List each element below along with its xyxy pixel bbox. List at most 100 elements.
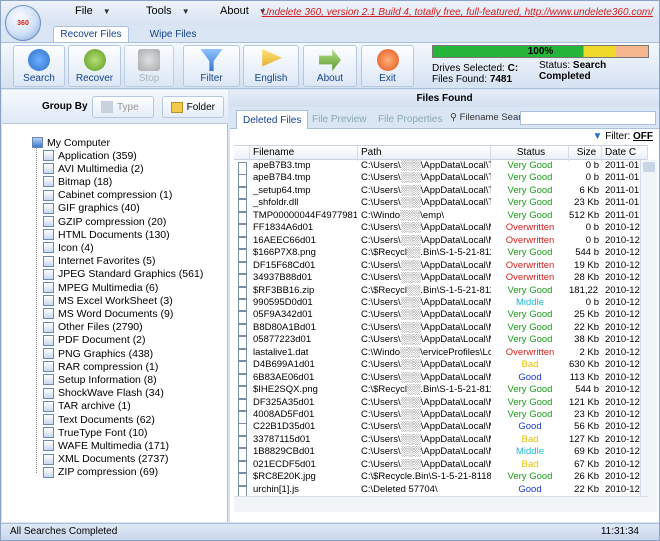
tree-item[interactable]: TAR archive (1): [43, 400, 131, 413]
tree-item[interactable]: GIF graphics (40): [43, 202, 140, 215]
promo-link[interactable]: Undelete 360, version 2.1 Build 4, total…: [262, 7, 653, 18]
recover-button[interactable]: Recover: [68, 45, 121, 87]
stop-button[interactable]: Stop: [124, 45, 174, 87]
col-status[interactable]: Status: [491, 146, 569, 161]
col-date[interactable]: Date C: [602, 146, 648, 161]
table-row[interactable]: 33787115d01 C:\Users\░░░\AppData\Local\Mo…: [234, 434, 640, 449]
tab-file-preview[interactable]: File Preview: [306, 110, 372, 129]
table-row[interactable]: $RC8E20K.jpg C:\$Recycle.Bin\S-1-5-21-811…: [234, 471, 640, 486]
tree-item[interactable]: HTML Documents (130): [43, 228, 170, 241]
table-row[interactable]: urchin[1].js C:\Deleted 57704\ Good 22 Kb 20…: [234, 484, 640, 496]
table-row[interactable]: _shfoldr.dll C:\Users\░░░\AppData\Local\T…: [234, 197, 640, 212]
tab-file-properties[interactable]: File Properties: [372, 110, 448, 129]
scroll-thumb[interactable]: [643, 162, 655, 172]
tree-item[interactable]: PDF Document (2): [43, 334, 146, 347]
cell-date: 2010-12: [605, 483, 640, 495]
filter-button[interactable]: Filter: [183, 45, 240, 87]
table-row[interactable]: 05F9A342d01 C:\Users\░░░\AppData\Local\Mo…: [234, 309, 640, 324]
cell-size: 28 Kb: [574, 272, 599, 284]
tree-connector: [36, 148, 37, 473]
tree-item[interactable]: Icon (4): [43, 241, 94, 254]
row-checkbox[interactable]: [238, 485, 247, 496]
filter-status[interactable]: ▼ Filter: OFF: [593, 131, 653, 142]
table-row[interactable]: TMP00000044F49779817B... C:\Windo░░░\emp\…: [234, 210, 640, 225]
tree-item[interactable]: WAFE Multimedia (171): [43, 439, 169, 452]
tree-item[interactable]: Setup Information (8): [43, 373, 157, 386]
col-size[interactable]: Size: [569, 146, 602, 161]
table-row[interactable]: DF325A35d01 C:\Users\░░░\AppData\Local\Mo…: [234, 397, 640, 412]
table-row[interactable]: 05877223d01 C:\Users\░░░\AppData\Local\Mo…: [234, 334, 640, 349]
table-row[interactable]: 34937B88d01 C:\Users\░░░\AppData\Local\Mo…: [234, 272, 640, 287]
tree-item[interactable]: GZIP compression (20): [43, 215, 166, 228]
table-row[interactable]: 990595D0d01 C:\Users\░░░\AppData\Local\Mo…: [234, 296, 640, 312]
tree-item[interactable]: Cabinet compression (1): [43, 189, 172, 202]
col-path[interactable]: Path: [358, 146, 491, 161]
tree-item[interactable]: ShockWave Flash (34): [43, 387, 164, 400]
exit-button[interactable]: Exit: [361, 45, 414, 87]
tree-item[interactable]: PNG Graphics (438): [43, 347, 153, 360]
cell-date: 2010-12: [605, 321, 640, 333]
table-row[interactable]: 6B83AE06d01 C:\Users\░░░\AppData\Local\Mo…: [234, 372, 640, 387]
search-status: Status: Search Completed: [539, 60, 607, 82]
table-row[interactable]: lastalive1.dat C:\Windo░░░\erviceProfiles…: [234, 347, 640, 362]
menu-about[interactable]: About ▼: [220, 5, 267, 17]
tree-item[interactable]: MS Excel WorkSheet (3): [43, 294, 173, 307]
cell-path: C:\Users\░░░\AppData\Local\Mo...: [361, 409, 491, 420]
table-row[interactable]: 021ECDF5d01 C:\Users\░░░\AppData\Local\Mo…: [234, 459, 640, 474]
search-icon: [28, 49, 50, 71]
tree-item[interactable]: Text Documents (62): [43, 413, 155, 426]
tree-item[interactable]: TrueType Font (10): [43, 426, 147, 439]
menu-tools[interactable]: Tools ▼: [146, 5, 190, 17]
cell-size: 22 Kb: [574, 483, 599, 495]
table-row[interactable]: FF1834A6d01 C:\Users\░░░\AppData\Local\Mo…: [234, 222, 640, 237]
tree-item[interactable]: MS Word Documents (9): [43, 307, 173, 320]
tree-item[interactable]: RAR compression (1): [43, 360, 158, 373]
table-row[interactable]: apeB7B3.tmp C:\Users\░░░\AppData\Local\Te…: [234, 160, 640, 175]
groupby-folder-button[interactable]: Folder: [162, 96, 224, 118]
cell-size: 181,22 Mb: [569, 284, 599, 296]
col-filename[interactable]: Filename: [250, 146, 358, 161]
tab-deleted-files[interactable]: Deleted Files: [236, 110, 309, 129]
table-row[interactable]: apeB7B4.tmp C:\Users\░░░\AppData\Local\Te…: [234, 172, 640, 187]
horizontal-scrollbar[interactable]: [234, 496, 648, 512]
tab-recover-files[interactable]: Recover Files: [53, 26, 129, 42]
language-button[interactable]: English: [243, 45, 299, 87]
tree-item[interactable]: AVI Multimedia (2): [43, 162, 144, 175]
table-row[interactable]: D4B699A1d01 C:\Users\░░░\AppData\Local\Mo…: [234, 359, 640, 374]
tree-item[interactable]: MPEG Multimedia (6): [43, 281, 158, 294]
cell-size: 25 Kb: [574, 309, 599, 321]
tree-item[interactable]: Application (359): [43, 149, 137, 162]
file-type-icon: [43, 295, 54, 307]
cell-filename: apeB7B3.tmp: [253, 160, 311, 171]
tab-wipe-files[interactable]: Wipe Files: [138, 26, 208, 42]
table-row[interactable]: C22B1D35d01 C:\Users\░░░\AppData\Local\Mo…: [234, 421, 640, 436]
table-row[interactable]: 1B8829CBd01 C:\Users\░░░\AppData\Local\Mo…: [234, 446, 640, 461]
table-row[interactable]: _setup64.tmp C:\Users\░░░\AppData\Local\T…: [234, 185, 640, 200]
file-type-icon: [43, 282, 54, 293]
tree-item[interactable]: ZIP compression (69): [43, 466, 158, 479]
table-row[interactable]: DF15F68Cd01 C:\Users\░░░\AppData\Local\Mo…: [234, 260, 640, 275]
table-row[interactable]: $IHE2SQX.png C:\$Recycl░░.Bin\S-1-5-21-81…: [234, 384, 640, 399]
table-row[interactable]: $166P7X8.png C:\$Recycl░░.Bin\S-1-5-21-81…: [234, 247, 640, 262]
tree-item[interactable]: Other Files (2790): [43, 321, 143, 334]
file-type-icon: [43, 348, 54, 359]
app-orb-icon[interactable]: 360: [5, 5, 41, 41]
tree-item[interactable]: XML Documents (2737): [43, 453, 169, 466]
table-row[interactable]: $RF3BB16.zip C:\$Recycl░░.Bin\S-1-5-21-81…: [234, 284, 640, 299]
tree-item[interactable]: Bitmap (18): [43, 175, 112, 188]
search-button[interactable]: Search: [13, 45, 65, 87]
about-button[interactable]: About: [303, 45, 357, 87]
cell-status: Middle: [516, 296, 544, 308]
exit-icon: [376, 49, 399, 71]
tree-item[interactable]: Internet Favorites (5): [43, 255, 155, 268]
cell-filename: 1B8829CBd01: [253, 446, 315, 458]
filename-search-input[interactable]: [520, 111, 656, 125]
vertical-scrollbar[interactable]: [640, 160, 657, 512]
table-row[interactable]: 4008AD5Fd01 C:\Users\░░░\AppData\Local\Mo…: [234, 409, 640, 424]
tree-root-my-computer[interactable]: My Computer: [32, 136, 110, 149]
menu-file[interactable]: File ▼: [75, 5, 111, 17]
table-row[interactable]: 16AEEC66d01 C:\Users\░░░\AppData\Local\Mo…: [234, 235, 640, 250]
groupby-type-button[interactable]: Type: [92, 96, 154, 118]
tree-item[interactable]: JPEG Standard Graphics (561): [43, 268, 203, 281]
table-row[interactable]: B8D80A1Bd01 C:\Users\░░░\AppData\Local\Mo…: [234, 321, 640, 337]
